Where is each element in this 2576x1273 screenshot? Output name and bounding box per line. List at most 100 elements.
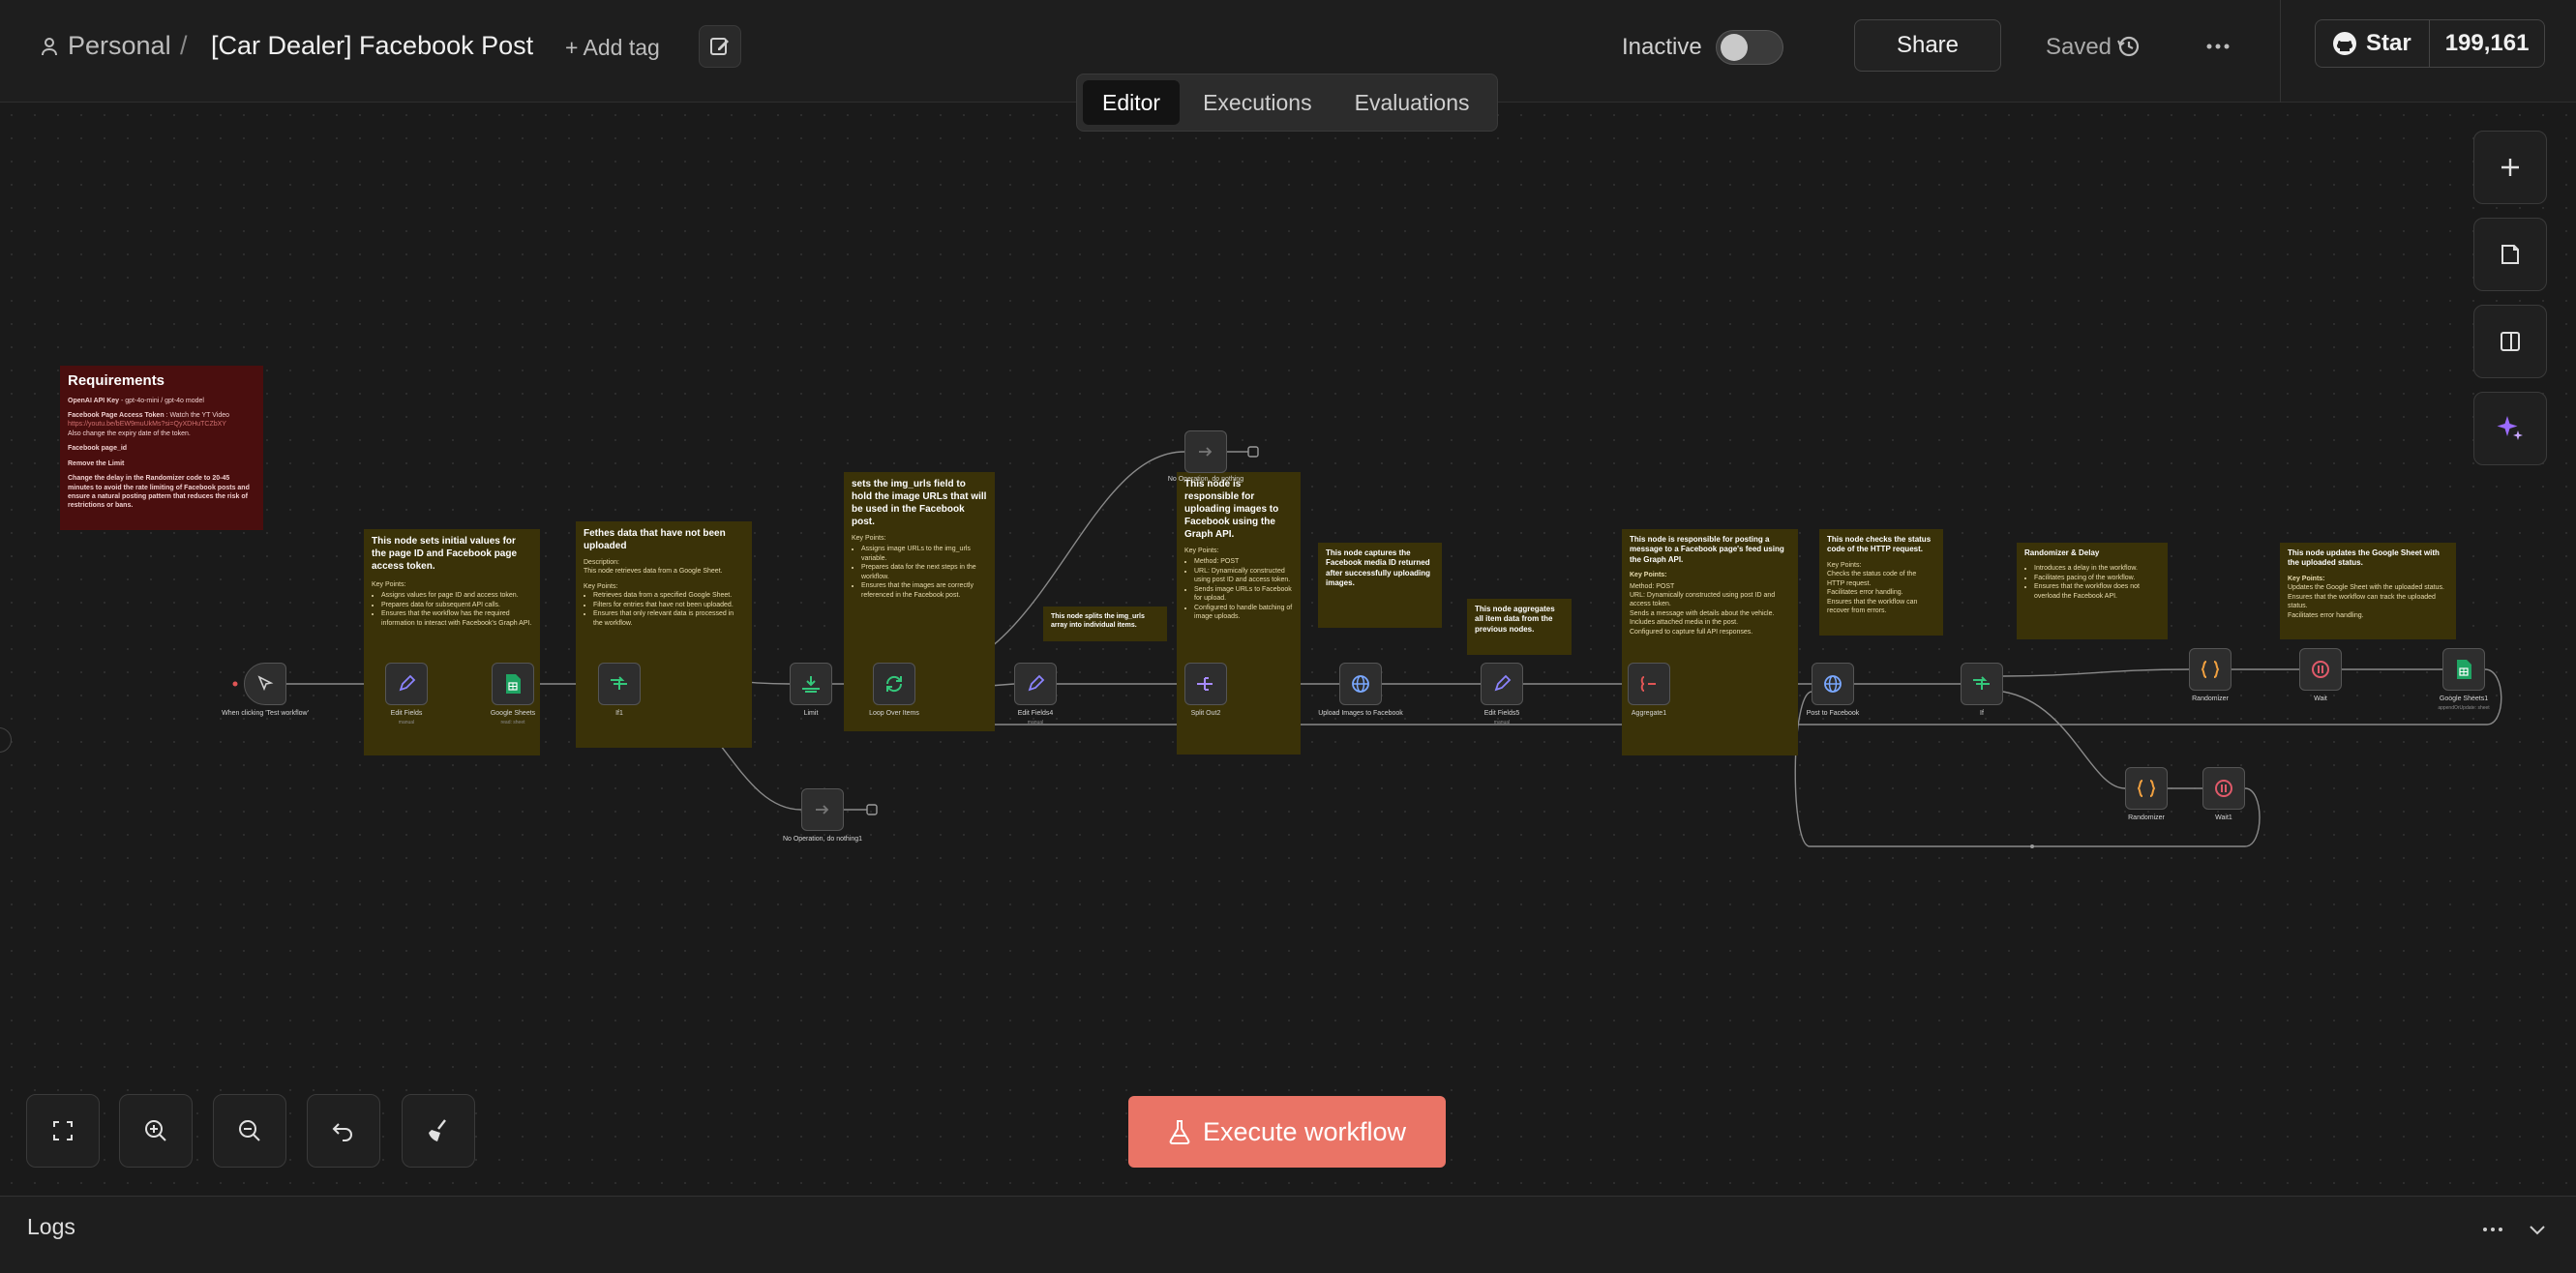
sticky-link[interactable]: https://youtu.be/bEW9muUkMs?si=QyXDHuTCZ… xyxy=(68,420,255,429)
github-star-count: 199,161 xyxy=(2444,30,2530,56)
sticky-aggregate[interactable]: This node aggregates all item data from … xyxy=(1467,599,1572,655)
breadcrumb-project[interactable]: Personal xyxy=(41,31,171,61)
header-divider xyxy=(2280,0,2281,103)
sticky-title: Randomizer & Delay xyxy=(2024,548,2100,557)
add-tag-button[interactable]: + Add tag xyxy=(565,35,660,61)
sticky-text: Configured to capture full API responses… xyxy=(1630,628,1753,636)
edit-description-button[interactable] xyxy=(699,25,741,68)
sticky-title: This node sets initial values for the pa… xyxy=(372,536,518,572)
node-aggregate1[interactable] xyxy=(1628,663,1670,705)
node-wait[interactable] xyxy=(2299,648,2342,691)
execute-workflow-button[interactable]: Execute workflow xyxy=(1128,1096,1446,1168)
sticky-requirements[interactable]: Requirements OpenAI API Key - gpt-4o-min… xyxy=(60,366,263,530)
sticky-img-urls[interactable]: sets the img_urls field to hold the imag… xyxy=(844,472,995,731)
sticky-text: - gpt-4o-mini / gpt-4o model xyxy=(119,397,204,404)
node-label: Google Sheets xyxy=(490,710,536,717)
sticky-text: Change the delay in the Randomizer code … xyxy=(68,475,250,510)
node-sublabel: manual xyxy=(398,720,415,725)
node-split-out2[interactable] xyxy=(1184,663,1227,705)
toggle-panel-button[interactable] xyxy=(2473,305,2547,378)
google-sheets-icon xyxy=(2457,660,2471,679)
sticky-text: Method: POST xyxy=(1630,582,1675,590)
tab-editor[interactable]: Editor xyxy=(1083,80,1181,125)
sticky-bullet: Ensures that the images are correctly re… xyxy=(861,581,987,600)
logs-options-button[interactable] xyxy=(2481,1222,2504,1242)
sticky-text: Includes attached media in the post. xyxy=(1630,619,1739,627)
project-name: Personal xyxy=(68,31,171,60)
sticky-post-facebook[interactable]: This node is responsible for posting a m… xyxy=(1622,529,1798,755)
sticky-text: Key Points: xyxy=(852,535,886,542)
tidy-up-button[interactable] xyxy=(402,1094,475,1168)
sticky-capture-media[interactable]: This node captures the Facebook media ID… xyxy=(1318,543,1442,628)
node-google-sheets[interactable] xyxy=(492,663,534,705)
sticky-bullet: Assigns image URLs to the img_urls varia… xyxy=(861,545,987,563)
node-randomizer-bottom[interactable] xyxy=(2125,767,2168,810)
broom-icon xyxy=(429,1119,446,1141)
node-label: Split Out2 xyxy=(1190,710,1221,717)
sticky-title: This node aggregates all item data from … xyxy=(1475,605,1555,634)
add-sticky-button[interactable] xyxy=(2473,218,2547,291)
sticky-text: Updates the Google Sheet with the upload… xyxy=(2288,584,2444,592)
sticky-text: Key Points: xyxy=(372,581,406,588)
workflow-canvas[interactable]: Requirements OpenAI API Key - gpt-4o-min… xyxy=(0,104,2576,1195)
node-noop-bottom[interactable] xyxy=(801,788,844,831)
tab-evaluations[interactable]: Evaluations xyxy=(1335,80,1489,125)
sticky-randomizer-delay[interactable]: Randomizer & Delay Introduces a delay in… xyxy=(2017,543,2168,639)
sticky-check-status[interactable]: This node checks the status code of the … xyxy=(1819,529,1943,636)
sticky-title: Requirements xyxy=(68,372,165,389)
sticky-note-icon xyxy=(2501,245,2519,264)
logs-expand-button[interactable] xyxy=(2528,1222,2547,1242)
node-loop-over-items[interactable] xyxy=(873,663,915,705)
node-google-sheets1[interactable] xyxy=(2442,648,2485,691)
logs-panel[interactable]: Logs xyxy=(0,1196,2576,1273)
node-edit-fields5[interactable] xyxy=(1481,663,1523,705)
node-if1[interactable] xyxy=(598,663,641,705)
sticky-title: This node checks the status code of the … xyxy=(1827,535,1932,554)
node-wait1[interactable] xyxy=(2202,767,2245,810)
zoom-to-fit-button[interactable] xyxy=(26,1094,100,1168)
workflow-title[interactable]: [Car Dealer] Facebook Post xyxy=(211,31,533,61)
node-limit[interactable] xyxy=(790,663,832,705)
cursor-click-icon xyxy=(257,675,274,692)
panel-icon xyxy=(2501,332,2520,351)
github-star-widget[interactable]: Star 199,161 xyxy=(2315,19,2546,68)
undo-button[interactable] xyxy=(307,1094,380,1168)
sticky-title: sets the img_urls field to hold the imag… xyxy=(852,479,987,527)
workflow-status-label: Inactive xyxy=(1622,34,1702,60)
add-node-button[interactable] xyxy=(2473,131,2547,204)
history-icon xyxy=(2117,36,2140,57)
view-tabs: Editor Executions Evaluations xyxy=(1076,74,1498,132)
sticky-text: Key Points: xyxy=(1630,572,1667,579)
zoom-out-button[interactable] xyxy=(213,1094,286,1168)
sticky-bullet: Filters for entries that have not been u… xyxy=(593,601,744,609)
node-edit-fields[interactable] xyxy=(385,663,428,705)
tab-executions[interactable]: Executions xyxy=(1183,80,1332,125)
sticky-update-sheet[interactable]: This node updates the Google Sheet with … xyxy=(2280,543,2456,639)
ai-assistant-button[interactable] xyxy=(2473,392,2547,465)
node-randomizer-top[interactable] xyxy=(2189,648,2232,691)
arrow-right-icon xyxy=(1199,447,1213,457)
node-label: If xyxy=(1980,710,1984,717)
share-button[interactable]: Share xyxy=(1854,19,2001,72)
sticky-title: This node splits the img_urls array into… xyxy=(1051,613,1145,630)
sticky-bullet: Ensures that only relevant data is proce… xyxy=(593,609,744,628)
node-label: Edit Fields4 xyxy=(1017,710,1054,717)
github-star-button[interactable]: Star xyxy=(2316,20,2430,67)
node-upload-images[interactable] xyxy=(1339,663,1382,705)
more-options-button[interactable] xyxy=(2204,33,2232,65)
node-label: Loop Over Items xyxy=(869,710,919,717)
globe-icon xyxy=(1352,675,1369,693)
active-toggle[interactable] xyxy=(1716,30,1783,65)
node-post-facebook[interactable] xyxy=(1812,663,1854,705)
node-noop-top[interactable] xyxy=(1184,430,1227,473)
sticky-title: This node is responsible for posting a m… xyxy=(1630,535,1784,564)
node-label: Aggregate1 xyxy=(1631,710,1667,717)
node-if[interactable] xyxy=(1961,663,2003,705)
sticky-split-out[interactable]: This node splits the img_urls array into… xyxy=(1043,607,1167,641)
node-manual-trigger[interactable] xyxy=(244,663,286,705)
history-button[interactable] xyxy=(2115,33,2142,65)
limit-icon xyxy=(802,676,820,693)
zoom-in-button[interactable] xyxy=(119,1094,193,1168)
breadcrumb-separator: / xyxy=(180,31,188,60)
node-edit-fields4[interactable] xyxy=(1014,663,1057,705)
